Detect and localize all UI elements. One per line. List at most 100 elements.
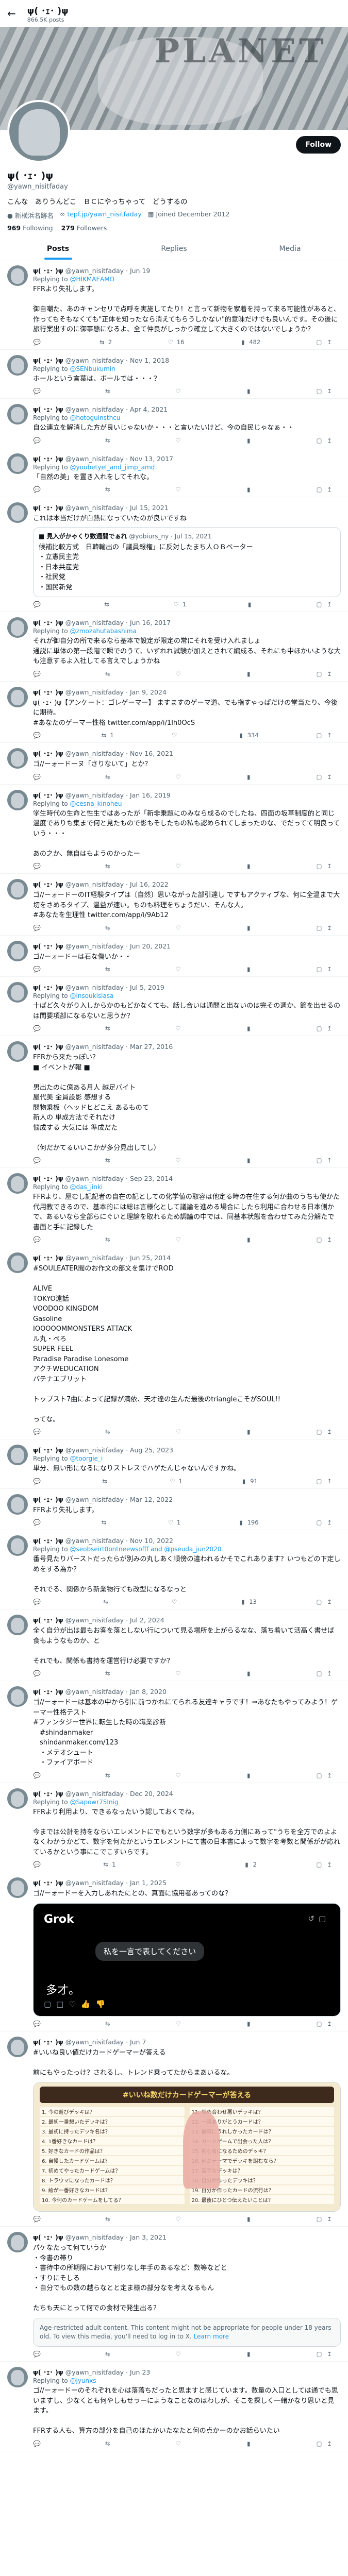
replying-handle[interactable]: @jyunxs <box>70 2377 96 2384</box>
reply-action[interactable]: 💬 <box>33 965 43 973</box>
followers-stat[interactable]: 279 Followers <box>61 224 107 232</box>
repost-action[interactable]: ⇆ <box>104 773 114 781</box>
post-author-name[interactable]: ψ( ･ｪ･ )ψ <box>33 267 63 275</box>
post-avatar[interactable] <box>7 940 28 961</box>
post-avatar[interactable] <box>7 617 28 638</box>
post-author-handle[interactable]: @yawn_nisitfaday <box>65 1537 124 1545</box>
reply-action[interactable]: 💬 <box>33 1156 43 1164</box>
post-author-handle[interactable]: @yawn_nisitfaday <box>65 1175 124 1182</box>
repost-action[interactable]: ⇆ <box>104 1771 114 1780</box>
reply-action[interactable]: 💬 <box>33 485 43 494</box>
post-date[interactable]: Jun 20, 2021 <box>130 942 171 950</box>
post[interactable]: ψ( ･ｪ･ )ψ @yawn_nisitfaday · Jun 23 Reply… <box>0 2362 348 2451</box>
reply-action[interactable]: 💬 <box>33 1477 43 1485</box>
post-date[interactable]: Dec 20, 2024 <box>130 1790 173 1798</box>
like-action[interactable]: ♡ <box>174 773 185 781</box>
repost-action[interactable]: ⇆ <box>104 965 114 973</box>
replying-handle[interactable]: @hotoguinsthcu <box>70 414 120 421</box>
post-author-name[interactable]: ψ( ･ｪ･ )ψ <box>33 2368 63 2376</box>
views-action[interactable]: ▮ <box>244 2350 255 2358</box>
post[interactable]: ψ( ･ｪ･ )ψ @yawn_nisitfaday · Jun 20, 202… <box>0 936 348 977</box>
views-action[interactable]: ▮ <box>244 862 255 870</box>
post-date[interactable]: Sep 23, 2014 <box>130 1175 173 1182</box>
like-action[interactable]: ♡ <box>174 924 185 932</box>
views-action[interactable]: ▮ <box>244 2439 255 2448</box>
post-author-name[interactable]: ψ( ･ｪ･ )ψ <box>33 1175 63 1182</box>
post-author-name[interactable]: ψ( ･ｪ･ )ψ <box>33 455 63 463</box>
like-action[interactable]: ♡ <box>174 2439 185 2448</box>
views-action[interactable]: ▮ <box>244 387 255 395</box>
post-author-handle[interactable]: @yawn_nisitfaday <box>65 405 124 413</box>
post-date[interactable]: Mar 27, 2016 <box>130 1043 173 1050</box>
post-avatar[interactable] <box>7 1788 28 1809</box>
post-date[interactable]: Aug 25, 2023 <box>130 1446 173 1454</box>
views-action[interactable]: ▮ <box>244 2215 255 2223</box>
repost-action[interactable]: ⇆ <box>104 2350 114 2358</box>
post-date[interactable]: Nov 13, 2017 <box>130 455 173 463</box>
post-avatar[interactable] <box>7 1535 28 1556</box>
like-action[interactable]: ♡ 16 <box>167 338 185 346</box>
post[interactable]: ψ( ･ｪ･ )ψ @yawn_nisitfaday · Jun 19 Reply… <box>0 260 348 350</box>
post[interactable]: ψ( ･ｪ･ )ψ @yawn_nisitfaday · Jul 2, 2024… <box>0 1609 348 1681</box>
post[interactable]: ψ( ･ｪ･ )ψ @yawn_nisitfaday · Jul 16, 202… <box>0 874 348 936</box>
post-avatar[interactable] <box>7 1173 28 1194</box>
post-date[interactable]: Jan 16, 2019 <box>130 791 171 799</box>
like-action[interactable]: ♡ <box>174 2215 185 2223</box>
post[interactable]: ψ( ･ｪ･ )ψ @yawn_nisitfaday · Mar 12, 202… <box>0 1489 348 1530</box>
like-action[interactable]: ♡ <box>174 1428 185 1436</box>
like-action[interactable]: ♡ <box>174 1860 184 1869</box>
like-action[interactable]: ♡ 1 <box>172 600 186 608</box>
post-author-handle[interactable]: @yawn_nisitfaday <box>65 2368 124 2376</box>
post-author-handle[interactable]: @yawn_nisitfaday <box>65 688 124 696</box>
post-date[interactable]: Jun 7 <box>130 2038 146 2046</box>
views-action[interactable]: ▮ 91 <box>240 1477 258 1485</box>
post-date[interactable]: Apr 4, 2021 <box>130 405 168 413</box>
reply-action[interactable]: 💬 <box>33 731 43 739</box>
repost-action[interactable]: ⇆ <box>104 387 114 395</box>
share-action[interactable]: ▢ ↥ <box>315 924 334 932</box>
post-avatar[interactable] <box>7 354 28 376</box>
post-avatar[interactable] <box>7 1686 28 1707</box>
share-action[interactable]: ▢ ↥ <box>315 2439 334 2448</box>
like-action[interactable]: ♡ <box>170 1598 180 1606</box>
share-action[interactable]: ▢ ↥ <box>315 1235 334 1244</box>
repost-action[interactable]: ⇆ <box>104 1669 114 1677</box>
reply-action[interactable]: 💬 <box>33 862 43 870</box>
reply-action[interactable]: 💬 <box>33 1518 43 1527</box>
post-author-name[interactable]: ψ( ･ｪ･ )ψ <box>33 1537 63 1545</box>
reply-action[interactable]: 💬 <box>33 773 43 781</box>
post-author-handle[interactable]: @yawn_nisitfaday <box>65 1496 124 1503</box>
post-date[interactable]: Nov 10, 2022 <box>130 1537 173 1545</box>
link-item[interactable]: ∞ tepf.jp/yawn_nisitfaday <box>60 210 142 220</box>
post-avatar[interactable] <box>7 879 28 900</box>
reply-action[interactable]: 💬 <box>33 670 43 678</box>
post[interactable]: ψ( ･ｪ･ )ψ @yawn_nisitfaday · Apr 4, 2021… <box>0 399 348 448</box>
like-action[interactable]: ♡ <box>174 1156 185 1164</box>
post-author-handle[interactable]: @yawn_nisitfaday <box>65 1446 124 1454</box>
post-avatar[interactable] <box>7 453 28 474</box>
post-date[interactable]: Jul 5, 2019 <box>130 984 164 991</box>
replying-handle[interactable]: @HIKMAEAMO <box>70 276 114 283</box>
post-author-handle[interactable]: @yawn_nisitfaday <box>65 619 124 626</box>
like-action[interactable]: ♡ <box>174 862 185 870</box>
share-action[interactable]: ▢ ↥ <box>315 1771 334 1780</box>
post-author-name[interactable]: ψ( ･ｪ･ )ψ <box>33 1254 63 1262</box>
views-action[interactable]: ▮ <box>244 1669 255 1677</box>
views-action[interactable]: ▮ <box>245 600 256 608</box>
views-action[interactable]: ▮ <box>244 485 255 494</box>
post-avatar[interactable] <box>7 2036 28 2057</box>
post-author-handle[interactable]: @yawn_nisitfaday <box>65 1616 124 1624</box>
post-author-handle[interactable]: @yawn_nisitfaday <box>65 357 124 364</box>
repost-action[interactable]: ⇆ <box>104 862 114 870</box>
views-action[interactable]: ▮ 482 <box>239 338 260 346</box>
profile-link[interactable]: tepf.jp/yawn_nisitfaday <box>67 210 141 218</box>
share-action[interactable]: ▢ ↥ <box>315 1024 334 1032</box>
repost-action[interactable]: ⇆ <box>104 1024 114 1032</box>
tab-posts[interactable]: Posts <box>0 238 116 260</box>
share-action[interactable]: ▢ ↥ <box>315 485 334 494</box>
views-action[interactable]: ▮ <box>244 436 255 445</box>
views-action[interactable]: ▮ <box>244 1235 255 1244</box>
reply-action[interactable]: 💬 <box>33 1598 43 1606</box>
post-author-name[interactable]: ψ( ･ｪ･ )ψ <box>33 2233 63 2241</box>
repost-action[interactable]: ⇆ <box>104 670 114 678</box>
